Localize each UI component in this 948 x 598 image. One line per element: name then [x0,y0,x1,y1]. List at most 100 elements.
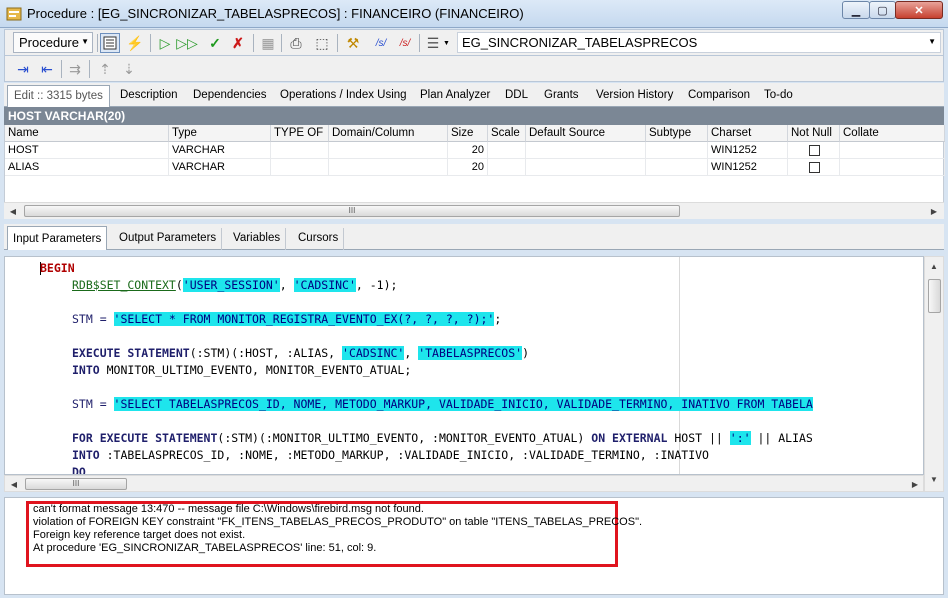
cell-type-of[interactable] [271,159,329,176]
object-name-dropdown[interactable]: EG_SINCRONIZAR_TABELASPRECOS ▼ [457,32,941,53]
toolbar-separator [150,34,151,52]
tab-operations[interactable]: Operations / Index Using [274,87,413,107]
cell-default[interactable] [526,142,646,159]
function-name: RDB$SET_CONTEXT [72,278,176,292]
step-run-icon[interactable]: ▷▷ [176,33,198,53]
column-header[interactable]: Charset [708,125,788,142]
close-button[interactable]: ✕ [895,1,943,19]
dependencies-icon[interactable]: ⬚ [312,33,332,53]
code-line: STM = 'SELECT * FROM MONITOR_REGISTRA_EV… [72,311,501,328]
cell-default[interactable] [526,159,646,176]
title-bar[interactable]: Procedure : [EG_SINCRONIZAR_TABELASPRECO… [0,0,948,28]
cell-not-null[interactable] [788,142,840,159]
column-header[interactable]: Not Null [788,125,840,142]
cell-type[interactable]: VARCHAR [169,159,271,176]
maximize-button[interactable]: ▢ [869,1,896,19]
cell-size[interactable]: 20 [448,142,488,159]
tab-ddl[interactable]: DDL [499,87,534,107]
indent-icon[interactable]: ⇥ [13,59,33,79]
tab-output-parameters[interactable]: Output Parameters [114,228,223,250]
column-header[interactable]: Name [5,125,169,142]
compile-icon[interactable]: ⚡ [125,33,145,53]
grid-icon[interactable]: ▦ [258,33,278,53]
tab-comparison[interactable]: Comparison [682,87,756,107]
cell-collate[interactable] [840,159,945,176]
column-header[interactable]: Size [448,125,488,142]
tab-variables[interactable]: Variables [228,228,287,250]
cell-collate[interactable] [840,142,945,159]
rollback-icon[interactable]: ✗ [228,33,248,53]
commit-icon[interactable]: ✓ [205,33,225,53]
tab-description[interactable]: Description [114,87,184,107]
move-up-icon[interactable]: ⇡ [95,59,115,79]
chevron-down-icon[interactable]: ▼ [443,40,450,47]
code-editor[interactable]: BEGIN RDB$SET_CONTEXT('USER_SESSION', 'C… [4,256,924,475]
chevron-down-icon: ▼ [928,37,936,46]
scroll-down-icon[interactable]: ▼ [928,473,940,485]
cell-subtype[interactable] [646,159,708,176]
column-header[interactable]: Default Source [526,125,646,142]
column-header[interactable]: Type [169,125,271,142]
debug-icon[interactable]: ⚒ [343,33,363,53]
tab-grants[interactable]: Grants [538,87,585,107]
cell-scale[interactable] [488,142,526,159]
cell-domain[interactable] [329,159,448,176]
tab-dependencies[interactable]: Dependencies [187,87,273,107]
cell-name[interactable]: HOST [5,142,169,159]
sql-text-icon[interactable]: /s/ [371,33,391,53]
scroll-thumb[interactable]: III [25,478,127,490]
tab-input-parameters[interactable]: Input Parameters [7,226,108,250]
parameter-header: HOST VARCHAR(20) [4,107,944,125]
scroll-thumb[interactable]: III [24,205,680,217]
cell-type-of[interactable] [271,142,329,159]
cell-charset[interactable]: WIN1252 [708,142,788,159]
scroll-thumb[interactable] [928,279,941,313]
code-text: :TABELASPRECOS_ID, :NOME, :METODO_MARKUP… [99,448,709,462]
tab-todo[interactable]: To-do [758,87,799,107]
cell-size[interactable]: 20 [448,159,488,176]
scroll-left-icon[interactable]: ◀ [8,478,20,490]
cell-type[interactable]: VARCHAR [169,142,271,159]
param-list-icon[interactable]: ☰ [423,33,443,53]
unindent-icon[interactable]: ⇤ [37,59,57,79]
column-header[interactable]: Scale [488,125,526,142]
scroll-right-icon[interactable]: ▶ [928,205,940,217]
editor-vertical-scrollbar[interactable]: ▲ ▼ [924,256,944,492]
code-text: STM = [72,312,114,326]
code-line: FOR EXECUTE STATEMENT(:STM)(:MONITOR_ULT… [72,430,813,447]
not-null-checkbox[interactable] [809,145,820,156]
scroll-right-icon[interactable]: ▶ [909,478,921,490]
tab-edit[interactable]: Edit :: 3315 bytes [7,85,110,107]
tab-cursors[interactable]: Cursors [293,228,345,250]
editor-horizontal-scrollbar[interactable]: ◀ III ▶ [4,475,924,492]
tab-version-history[interactable]: Version History [590,87,679,107]
run-icon[interactable]: ▷ [155,33,175,53]
not-null-checkbox[interactable] [809,162,820,173]
grid-horizontal-scrollbar[interactable]: ◀ III ▶ [4,202,944,219]
print-icon[interactable]: ⎙ [286,33,306,53]
column-header[interactable]: Collate [840,125,945,142]
message-line: can't format message 13:470 -- message f… [33,503,424,515]
scroll-left-icon[interactable]: ◀ [7,205,19,217]
cell-name[interactable]: ALIAS [5,159,169,176]
cell-not-null[interactable] [788,159,840,176]
scroll-up-icon[interactable]: ▲ [928,260,940,272]
column-header[interactable]: Subtype [646,125,708,142]
cell-charset[interactable]: WIN1252 [708,159,788,176]
code-text: (:STM)(:MONITOR_ULTIMO_EVENTO, :MONITOR_… [217,431,592,445]
tab-plan-analyzer[interactable]: Plan Analyzer [414,87,496,107]
column-header[interactable]: TYPE OF [271,125,329,142]
edit-mode-icon[interactable] [100,33,120,53]
column-header[interactable]: Domain/Column [329,125,448,142]
comment-icon[interactable]: ⇉ [65,59,85,79]
cell-domain[interactable] [329,142,448,159]
object-type-dropdown[interactable]: Procedure ▼ [13,32,93,53]
cell-subtype[interactable] [646,142,708,159]
cell-scale[interactable] [488,159,526,176]
move-down-icon[interactable]: ⇣ [119,59,139,79]
keyword: DO [72,465,86,475]
messages-panel[interactable]: can't format message 13:470 -- message f… [4,497,944,595]
sql-text-red-icon[interactable]: /s/ [395,33,415,53]
minimize-button[interactable]: ▁ [842,1,870,19]
keyword: INTO [72,448,100,462]
